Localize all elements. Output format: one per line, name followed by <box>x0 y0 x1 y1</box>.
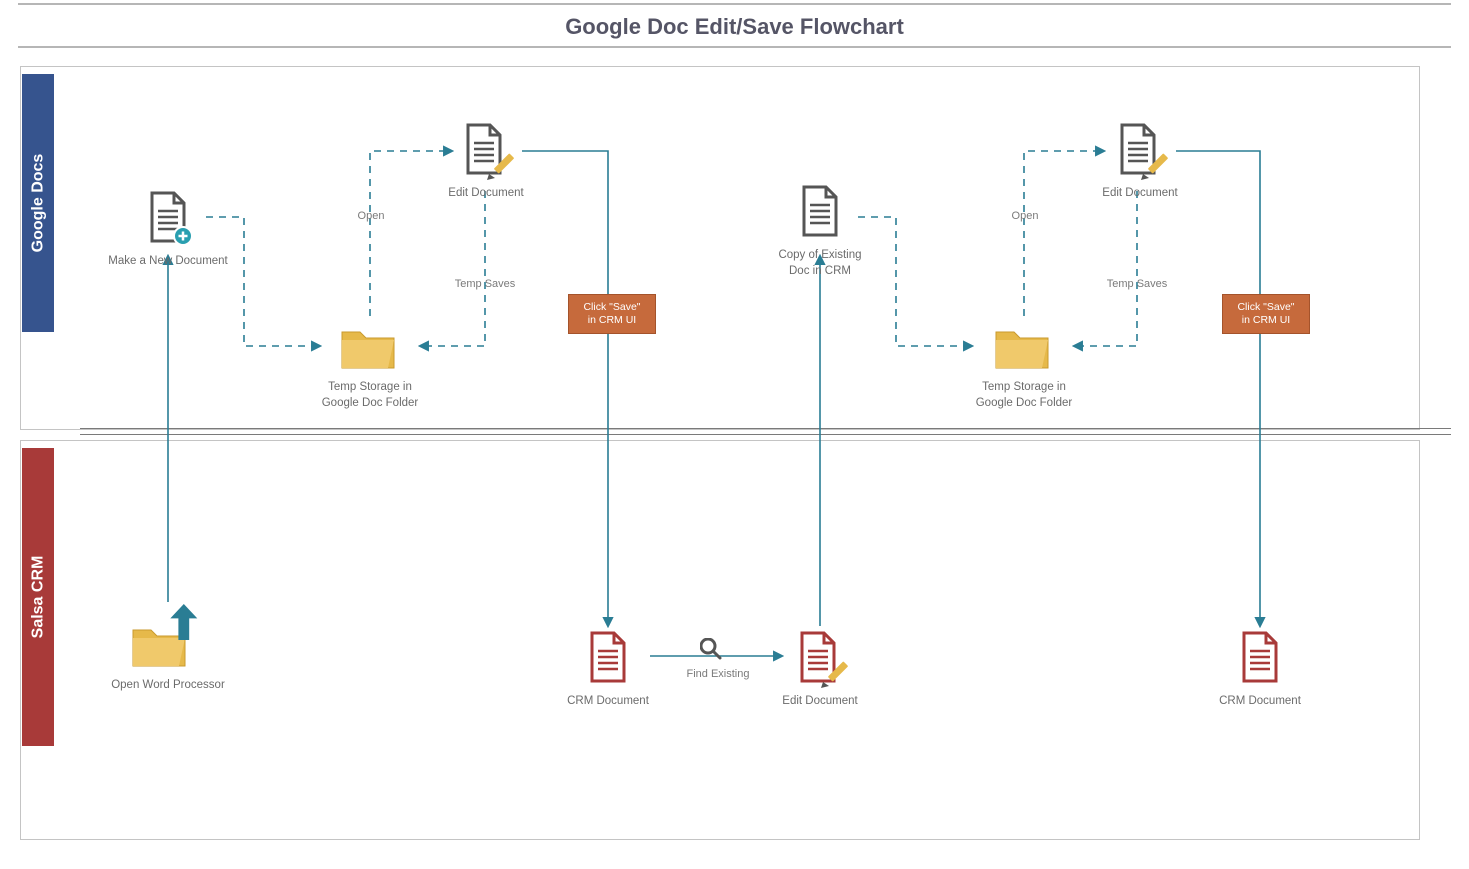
node-label: Make a New Document <box>88 254 248 270</box>
edge-label-temp-saves: Temp Saves <box>1082 278 1192 290</box>
node-edit-crm-document: Edit Document <box>740 626 900 710</box>
document-edit-icon <box>789 626 851 688</box>
node-new-document: Make a New Document <box>88 186 248 270</box>
swimlane-label-text: Google Docs <box>29 154 47 253</box>
document-icon <box>1231 626 1289 688</box>
node-edit-document-2: Edit Document <box>1060 118 1220 202</box>
magnifier-icon <box>700 638 726 664</box>
node-label: Open Word Processor <box>88 678 248 694</box>
document-icon <box>579 626 637 688</box>
node-crm-document-1: CRM Document <box>528 626 688 710</box>
document-new-icon <box>139 186 197 248</box>
divider <box>18 46 1451 48</box>
divider <box>18 3 1451 5</box>
node-copy-existing: Copy of Existing Doc in CRM <box>740 180 900 279</box>
node-label: Temp Storage in Google Doc Folder <box>944 380 1104 411</box>
edge-badge-save-1: Click "Save" in CRM UI <box>568 294 656 334</box>
divider <box>80 428 1451 429</box>
flowchart-diagram: Google Doc Edit/Save Flowchart Google Do… <box>0 0 1469 869</box>
folder-icon <box>992 318 1056 374</box>
node-label: CRM Document <box>1180 694 1340 710</box>
node-crm-document-2: CRM Document <box>1180 626 1340 710</box>
swimlane-label-google-docs: Google Docs <box>22 74 54 332</box>
document-edit-icon <box>1109 118 1171 180</box>
folder-open-up-icon <box>127 602 209 672</box>
edge-label-open: Open <box>346 210 396 222</box>
folder-icon <box>338 318 402 374</box>
edge-label-open: Open <box>1000 210 1050 222</box>
document-icon <box>791 180 849 242</box>
swimlane-label-text: Salsa CRM <box>29 556 47 639</box>
node-edit-document-1: Edit Document <box>406 118 566 202</box>
chart-title: Google Doc Edit/Save Flowchart <box>0 14 1469 40</box>
node-label: Edit Document <box>740 694 900 710</box>
node-label: CRM Document <box>528 694 688 710</box>
node-label: Edit Document <box>406 186 566 202</box>
node-temp-storage-1: Temp Storage in Google Doc Folder <box>290 318 450 411</box>
document-edit-icon <box>455 118 517 180</box>
node-label: Edit Document <box>1060 186 1220 202</box>
edge-label-temp-saves: Temp Saves <box>430 278 540 290</box>
node-open-word-processor: Open Word Processor <box>88 602 248 694</box>
swimlane-label-salsa-crm: Salsa CRM <box>22 448 54 746</box>
node-temp-storage-2: Temp Storage in Google Doc Folder <box>944 318 1104 411</box>
node-label: Temp Storage in Google Doc Folder <box>290 380 450 411</box>
divider <box>80 434 1451 435</box>
edge-badge-save-2: Click "Save" in CRM UI <box>1222 294 1310 334</box>
node-label: Copy of Existing Doc in CRM <box>740 248 900 279</box>
